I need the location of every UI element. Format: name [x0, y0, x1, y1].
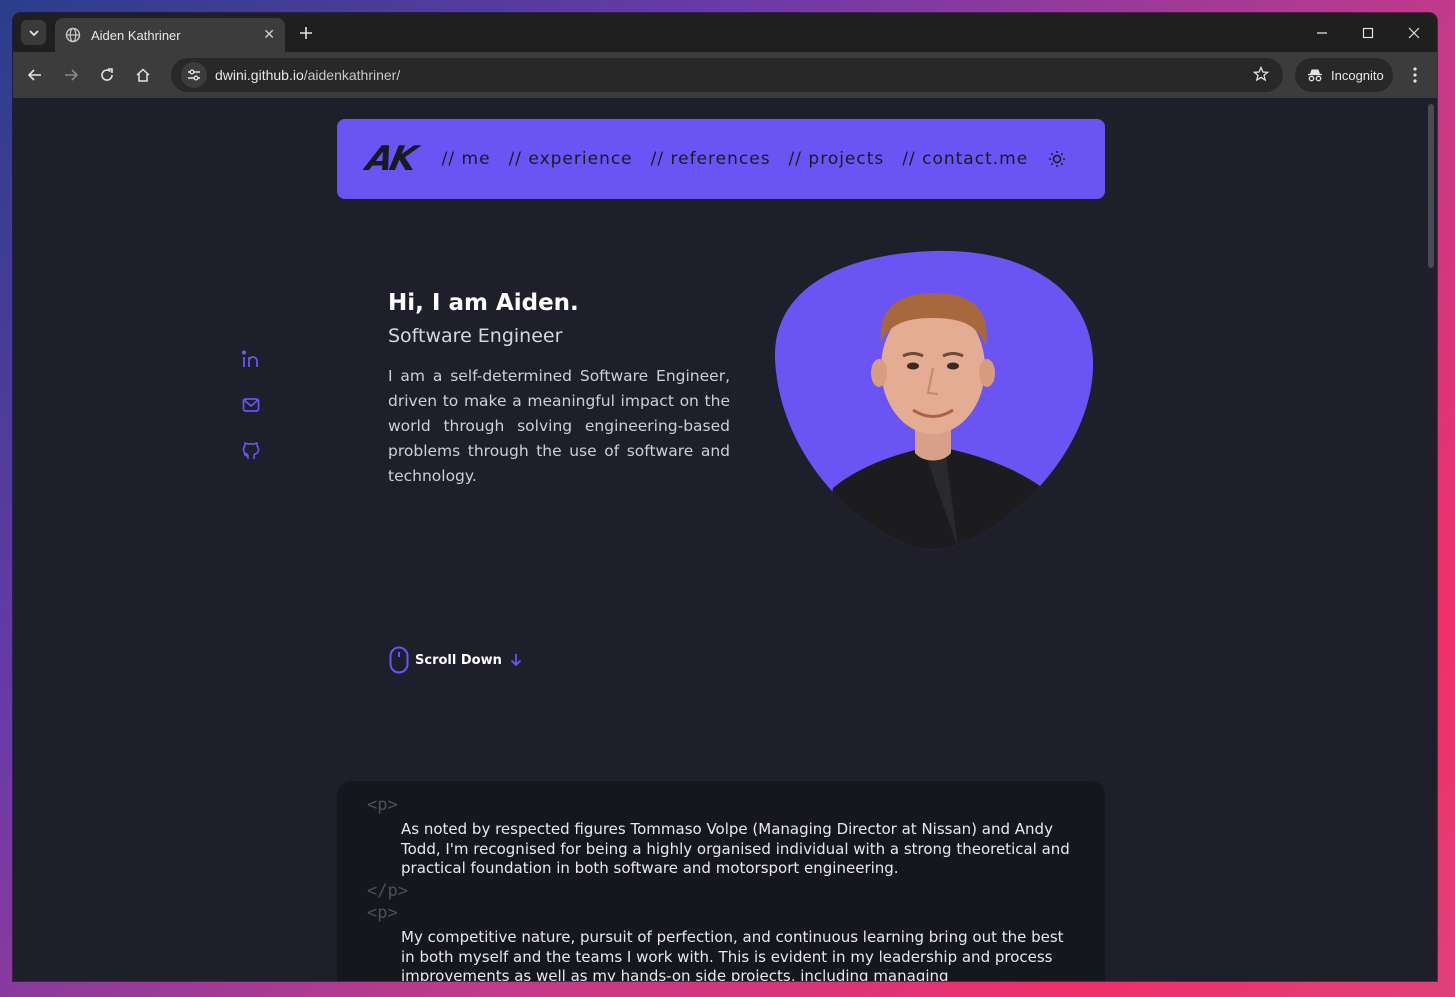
social-links [241, 348, 261, 462]
home-button[interactable] [125, 57, 161, 93]
site-navbar: AK // me // experience // references // … [337, 119, 1105, 199]
site-info-icon[interactable] [181, 62, 207, 88]
minimize-icon [1317, 31, 1327, 34]
incognito-label: Incognito [1331, 67, 1384, 83]
browser-window: Aiden Kathriner ✕ dwini.github.io/aidenk… [13, 13, 1437, 981]
nav-link-contact[interactable]: // contact.me [902, 149, 1028, 169]
close-window-button[interactable] [1391, 13, 1437, 52]
reload-icon [101, 68, 113, 81]
nav-link-me[interactable]: // me [442, 149, 491, 169]
page-scrollbar[interactable] [1425, 98, 1437, 981]
close-tab-icon[interactable]: ✕ [263, 27, 275, 43]
hero-bio: I am a self-determined Software Engineer… [388, 367, 730, 485]
minimize-button[interactable] [1299, 13, 1345, 52]
url-domain: dwini.github.io [215, 67, 304, 83]
incognito-indicator[interactable]: Incognito [1295, 58, 1393, 92]
home-icon [136, 68, 150, 82]
hero-greeting: Hi, I am Aiden. [388, 290, 579, 316]
forward-button[interactable] [53, 57, 89, 93]
about-paragraph: My competitive nature, pursuit of perfec… [401, 928, 1064, 981]
maximize-button[interactable] [1345, 13, 1391, 52]
scrollbar-thumb[interactable] [1428, 104, 1434, 268]
email-icon[interactable] [241, 394, 261, 416]
browser-toolbar: dwini.github.io/aidenkathriner/ Incognit… [13, 52, 1437, 98]
plus-icon [300, 27, 312, 39]
nav-link-experience[interactable]: // experience [509, 149, 633, 169]
site-logo[interactable]: AK [363, 139, 418, 179]
more-vert-icon [1413, 67, 1417, 83]
scroll-down-label: Scroll Down [415, 652, 502, 668]
arrow-right-icon [65, 69, 79, 81]
scroll-down-button[interactable]: Scroll Down [389, 646, 522, 674]
page-viewport: AK // me // experience // references // … [13, 98, 1437, 981]
bookmark-star-icon[interactable] [1252, 65, 1270, 86]
browser-menu-button[interactable] [1401, 58, 1429, 92]
about-code-card: <p> As noted by respected figures Tommas… [337, 781, 1105, 981]
incognito-icon [1308, 69, 1322, 82]
window-controls [1299, 13, 1437, 52]
arrow-down-icon [510, 654, 521, 667]
url-text: dwini.github.io/aidenkathriner/ [215, 67, 400, 83]
tab-search-button[interactable] [21, 20, 46, 45]
hero-role: Software Engineer [388, 325, 563, 347]
mouse-icon [389, 646, 409, 674]
back-button[interactable] [17, 57, 53, 93]
maximize-icon [1362, 27, 1374, 38]
github-icon[interactable] [241, 440, 261, 462]
nav-link-projects[interactable]: // projects [789, 149, 885, 169]
about-paragraph: As noted by respected figures Tommaso Vo… [401, 820, 1070, 877]
new-tab-button[interactable] [295, 22, 317, 44]
address-bar[interactable]: dwini.github.io/aidenkathriner/ [171, 58, 1283, 92]
p-open-tag: <p> [367, 795, 398, 815]
globe-icon [65, 27, 81, 43]
tab-strip: Aiden Kathriner ✕ [13, 13, 1437, 52]
linkedin-icon[interactable] [241, 348, 261, 370]
close-icon [1408, 27, 1420, 38]
nav-link-references[interactable]: // references [651, 149, 771, 169]
active-tab[interactable]: Aiden Kathriner ✕ [55, 18, 285, 52]
arrow-left-icon [27, 69, 41, 81]
p-open-tag: <p> [367, 903, 398, 923]
reload-button[interactable] [89, 57, 125, 93]
chevron-down-icon [28, 29, 39, 36]
url-path: /aidenkathriner/ [303, 67, 401, 83]
p-close-tag: </p> [367, 881, 408, 901]
tab-title: Aiden Kathriner [91, 27, 181, 43]
theme-toggle-sun-icon[interactable] [1048, 150, 1066, 168]
profile-photo [774, 250, 1094, 550]
